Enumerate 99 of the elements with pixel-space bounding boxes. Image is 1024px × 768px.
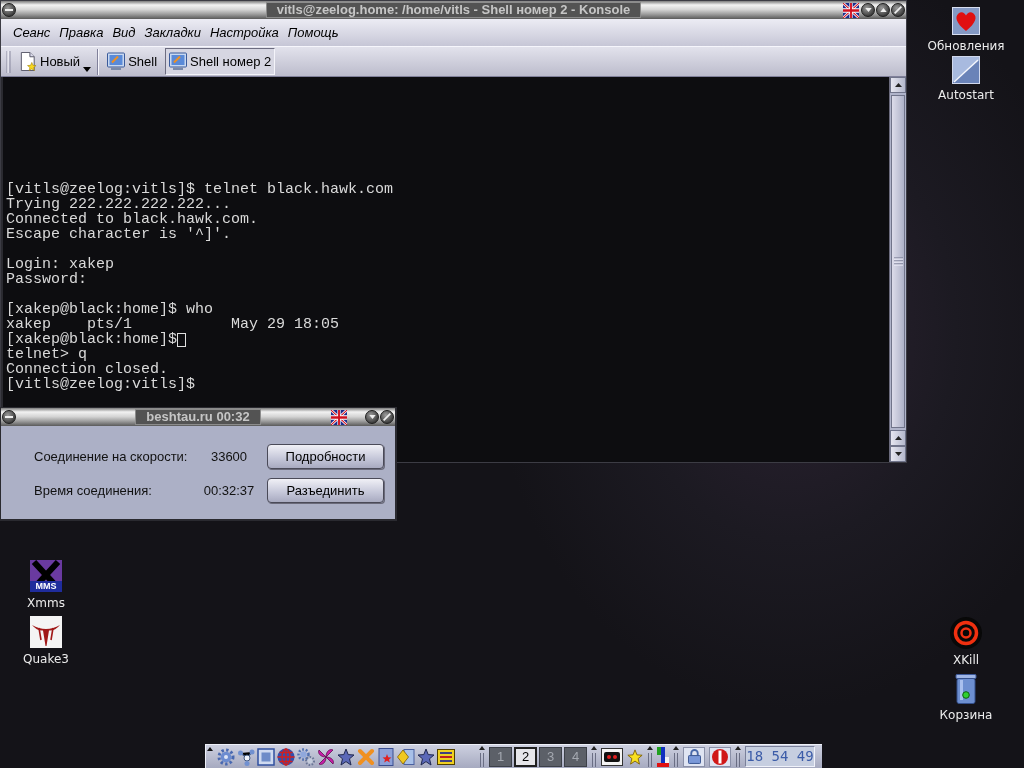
cards-icon[interactable] xyxy=(397,747,415,766)
pinwheel-icon[interactable] xyxy=(317,747,335,766)
dialog-button[interactable]: Разъединить xyxy=(267,478,384,503)
slash-icon xyxy=(894,6,902,14)
menu-item[interactable]: Вид xyxy=(108,23,140,42)
title-bar[interactable]: beshtau.ru 00:32 xyxy=(1,408,395,426)
session-tab[interactable]: Shell номер 2 xyxy=(165,48,276,75)
bars-icon[interactable] xyxy=(657,746,669,767)
new-session-button[interactable]: Новый xyxy=(15,48,94,75)
field-label: Соединение на скорости: xyxy=(34,449,189,464)
flag-icon[interactable] xyxy=(843,2,859,18)
icon-label[interactable]: Корзина xyxy=(939,708,993,723)
network-icon[interactable] xyxy=(237,747,255,766)
icon-label[interactable]: Xmms xyxy=(27,596,65,611)
slash-icon xyxy=(383,413,391,421)
applet-handle-icon[interactable] xyxy=(673,745,679,768)
trash-icon[interactable] xyxy=(955,674,977,704)
terminal-panel[interactable] xyxy=(1,77,889,462)
icon-label[interactable]: Обновления xyxy=(927,39,1005,54)
terminal-line: Trying 222.222.222.222... xyxy=(6,197,232,212)
terminal-line: xakep pts/1 May 29 18:05 xyxy=(6,317,340,332)
star-icon[interactable] xyxy=(417,747,435,766)
icon-label[interactable]: Autostart xyxy=(938,88,994,103)
close-button[interactable] xyxy=(891,3,905,17)
terminal-line: Escape character is '^]'. xyxy=(6,227,232,242)
up-arrow-icon xyxy=(894,83,902,87)
icon-label[interactable]: XKill xyxy=(952,653,980,668)
field-value: 33600 xyxy=(209,449,249,464)
up-arrow-icon xyxy=(894,436,902,440)
close-button[interactable] xyxy=(380,410,394,424)
scrollbar[interactable] xyxy=(889,77,906,462)
gears-icon[interactable] xyxy=(297,747,315,766)
minus-icon xyxy=(5,416,13,418)
scroll-up-button[interactable] xyxy=(890,430,906,446)
grip-icon xyxy=(893,256,903,267)
up-arrow-icon[interactable] xyxy=(207,747,213,751)
minus-icon xyxy=(5,9,13,11)
new-document-icon xyxy=(19,52,37,71)
logout-button[interactable] xyxy=(709,746,731,767)
minimize-button[interactable] xyxy=(365,410,379,424)
terminal-line: [vitls@zeelog:vitls]$ xyxy=(6,377,196,392)
terminal-line: Password: xyxy=(6,272,87,287)
monitor-icon xyxy=(107,52,126,71)
field-label: Время соединения: xyxy=(34,483,153,498)
down-arrow-icon xyxy=(368,415,376,419)
down-arrow-icon xyxy=(864,8,872,12)
window-menu-button[interactable] xyxy=(2,410,16,424)
toolbar-handle[interactable] xyxy=(6,49,11,74)
menu-item[interactable]: Помощь xyxy=(283,23,343,42)
terminal-line: Login: xakep xyxy=(6,257,115,272)
star-icon[interactable] xyxy=(627,748,643,765)
title-bar[interactable]: vitls@zeelog.home: /home/vitls - Shell номер 2 - Konsole xyxy=(1,1,906,19)
gear-icon[interactable] xyxy=(217,747,235,766)
tile-icon[interactable] xyxy=(952,56,980,84)
monitor-icon xyxy=(169,52,188,71)
window-title: vitls@zeelog.home: /home/vitls - Shell номер 2 - Konsole xyxy=(265,2,642,18)
window-title: beshtau.ru 00:32 xyxy=(135,409,261,425)
flag-icon[interactable] xyxy=(331,409,347,425)
tape-icon[interactable] xyxy=(601,747,623,766)
emblem-icon[interactable] xyxy=(30,616,62,648)
applet-handle-icon[interactable] xyxy=(591,745,597,768)
maximize-button[interactable] xyxy=(876,3,890,17)
terminal-line: [xakep@black:home]$ who xyxy=(6,302,214,317)
field-value: 00:32:37 xyxy=(202,483,256,498)
terminal-line: [xakep@black:home]$ xyxy=(6,332,178,347)
power-icon xyxy=(712,748,728,765)
window-tile-icon[interactable] xyxy=(257,747,275,766)
caret-icon xyxy=(83,67,92,72)
lock-icon xyxy=(687,749,701,764)
terminal-line: Connection closed. xyxy=(6,362,169,377)
applet-handle-icon[interactable] xyxy=(479,745,485,768)
clock-display[interactable]: 18 54 49 xyxy=(745,746,815,767)
scroll-up-button[interactable] xyxy=(890,77,906,93)
x-logo-icon[interactable]: MMS xyxy=(30,560,62,592)
menu-item[interactable]: Настройка xyxy=(205,23,283,42)
window-menu-button[interactable] xyxy=(2,3,16,17)
star-icon[interactable] xyxy=(337,747,355,766)
menu-item[interactable]: Закладки xyxy=(140,23,205,42)
lock-button[interactable] xyxy=(683,746,705,767)
terminal-line: telnet> q xyxy=(6,347,87,362)
terminal-line: Connected to black.hawk.com. xyxy=(6,212,259,227)
minimize-button[interactable] xyxy=(861,3,875,17)
down-arrow-icon xyxy=(894,452,902,456)
up-arrow-icon xyxy=(879,8,887,12)
menu-item[interactable]: Сеанс xyxy=(9,23,55,42)
dialog-button[interactable]: Подробности xyxy=(267,444,384,469)
desktop-button[interactable]: 2 xyxy=(514,746,537,767)
label-tile-icon[interactable] xyxy=(437,747,455,766)
applet-handle-icon[interactable] xyxy=(735,745,741,768)
terminal-line: [vitls@zeelog:vitls]$ telnet black.hawk.com xyxy=(6,182,394,197)
applet-handle-icon[interactable] xyxy=(647,745,653,768)
icon-label[interactable]: Quake3 xyxy=(23,652,69,667)
session-tab[interactable]: Shell xyxy=(103,48,162,75)
target-icon[interactable] xyxy=(950,617,982,649)
menu-item[interactable]: Правка xyxy=(55,23,108,42)
scroll-down-button[interactable] xyxy=(890,446,906,462)
globe-icon[interactable] xyxy=(277,747,295,766)
logo-text: MMS xyxy=(34,581,58,592)
scrollbar-thumb[interactable] xyxy=(891,95,905,428)
